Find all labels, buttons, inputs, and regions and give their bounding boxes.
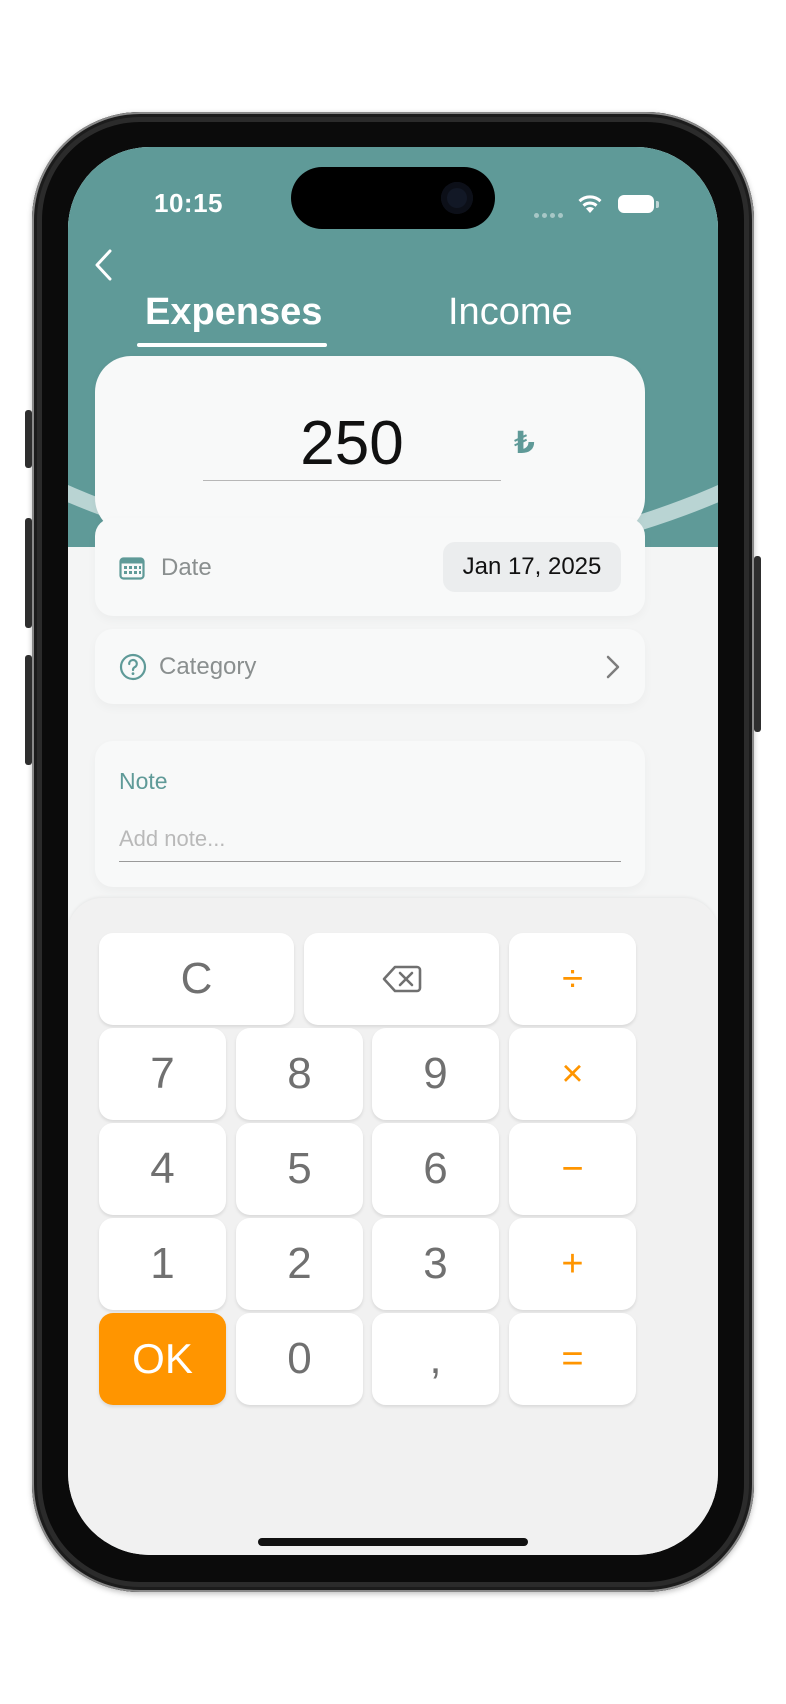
note-label: Note (119, 768, 168, 794)
divide-key[interactable]: ÷ (509, 933, 636, 1025)
digit-4-key[interactable]: 4 (99, 1123, 226, 1215)
digit-5-key[interactable]: 5 (236, 1123, 363, 1215)
digit-8-key[interactable]: 8 (236, 1028, 363, 1120)
volume-up-button (25, 518, 32, 628)
note-input[interactable] (119, 817, 621, 862)
digit-1-key[interactable]: 1 (99, 1218, 226, 1310)
tab-expenses[interactable]: Expenses (137, 287, 327, 347)
question-circle-icon (119, 653, 147, 681)
mute-switch (25, 410, 32, 468)
chevron-right-icon (606, 655, 620, 679)
category-row[interactable]: Category (95, 629, 645, 704)
wifi-icon (578, 195, 602, 213)
category-label: Category (159, 653, 257, 680)
backspace-key[interactable] (304, 933, 499, 1025)
backspace-icon (382, 965, 421, 993)
date-row: Date Jan 17, 2025 (95, 518, 645, 616)
minus-key[interactable]: − (509, 1123, 636, 1215)
dynamic-island (291, 167, 495, 229)
clear-key[interactable]: C (99, 933, 294, 1025)
note-card: Note (95, 741, 645, 887)
volume-down-button (25, 655, 32, 765)
plus-key[interactable]: + (509, 1218, 636, 1310)
status-time: 10:15 (154, 188, 223, 218)
battery-icon (618, 195, 659, 213)
multiply-key[interactable]: × (509, 1028, 636, 1120)
ok-button[interactable]: OK (99, 1313, 226, 1405)
cellular-signal-icon (534, 205, 566, 223)
calculator-keypad: C ÷ 7 8 9 × 4 5 6 − 1 2 3 + OK 0 , = (68, 898, 718, 1555)
amount-input[interactable]: 250 (203, 408, 501, 481)
calendar-icon (119, 557, 145, 580)
power-button (754, 556, 761, 732)
back-chevron-icon[interactable] (90, 245, 120, 285)
digit-2-key[interactable]: 2 (236, 1218, 363, 1310)
comma-key[interactable]: , (372, 1313, 499, 1405)
digit-6-key[interactable]: 6 (372, 1123, 499, 1215)
digit-9-key[interactable]: 9 (372, 1028, 499, 1120)
front-camera (441, 182, 473, 214)
digit-0-key[interactable]: 0 (236, 1313, 363, 1405)
tab-income[interactable]: Income (448, 287, 573, 337)
digit-3-key[interactable]: 3 (372, 1218, 499, 1310)
digit-7-key[interactable]: 7 (99, 1028, 226, 1120)
app-screen: 10:15 Expenses Income 250 ₺ Date Jan 17,… (68, 147, 718, 1555)
date-picker-button[interactable]: Jan 17, 2025 (443, 542, 621, 592)
amount-card: 250 ₺ (95, 356, 645, 534)
home-indicator[interactable] (258, 1538, 528, 1546)
date-label: Date (161, 554, 212, 581)
currency-symbol: ₺ (514, 427, 535, 460)
equals-key[interactable]: = (509, 1313, 636, 1405)
